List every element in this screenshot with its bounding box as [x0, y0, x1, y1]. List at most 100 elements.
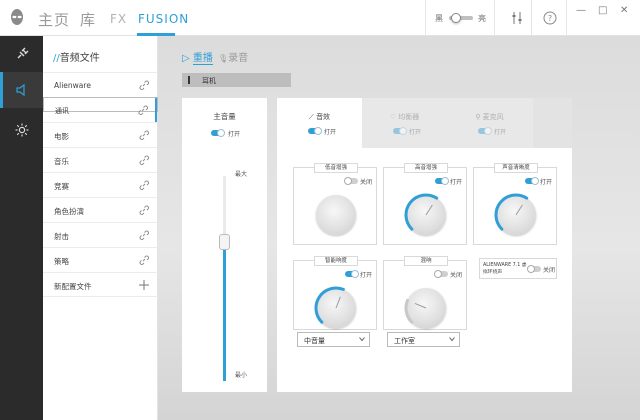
- reverb-toggle[interactable]: [434, 270, 448, 278]
- link-icon[interactable]: [138, 204, 150, 216]
- svg-text:?: ?: [548, 14, 552, 23]
- smart-volume-select-value: 中音量: [304, 337, 325, 345]
- toggle-knob: [441, 177, 449, 185]
- profile-item[interactable]: 策略: [43, 247, 158, 272]
- volume-fill: [223, 242, 226, 381]
- smart-volume-toggle[interactable]: [345, 270, 359, 278]
- strip-audio-button[interactable]: [0, 72, 43, 108]
- tab-playback[interactable]: ▷ 重播: [182, 49, 213, 65]
- toggle-knob: [351, 270, 359, 278]
- close-button[interactable]: ✕: [620, 5, 628, 16]
- smart-volume-arc: [314, 286, 345, 324]
- nav-fusion[interactable]: FUSION: [138, 12, 189, 26]
- master-volume-toggle-label: 打开: [228, 131, 241, 138]
- minimize-button[interactable]: —: [576, 5, 586, 16]
- link-icon[interactable]: [138, 79, 150, 91]
- equalizer-toggle[interactable]: [393, 127, 407, 135]
- treble-boost-toggle[interactable]: [435, 177, 449, 185]
- aw71-state: 关闭: [543, 267, 556, 274]
- reverb-card: 混响 关闭: [383, 256, 467, 330]
- master-volume-title: 主音量: [213, 112, 236, 121]
- master-volume-toggle[interactable]: [211, 129, 225, 137]
- tab-record-label: 录音: [228, 53, 249, 64]
- nav-library[interactable]: 库: [80, 9, 96, 30]
- wand-icon: ⟋: [308, 113, 317, 121]
- voice-clarity-title: 声音清晰度: [494, 163, 538, 173]
- toggle-knob: [531, 177, 539, 185]
- link-icon[interactable]: [137, 104, 149, 116]
- aw71-toggle[interactable]: [527, 265, 541, 273]
- alienware-virtual-surround-card: ALIENWARE 7.1 虚拟环绕声 关闭: [479, 258, 557, 279]
- profile-item[interactable]: 音乐: [43, 147, 158, 172]
- title-text: 音频文件: [59, 53, 100, 64]
- profile-item[interactable]: Alienware: [43, 72, 158, 97]
- link-icon[interactable]: [138, 129, 150, 141]
- profile-item[interactable]: 通讯: [43, 97, 158, 123]
- tab-effects[interactable]: ⟋ 音效 打开: [277, 98, 362, 148]
- link-icon[interactable]: [138, 179, 150, 191]
- profile-item-label: 角色扮演: [54, 207, 84, 216]
- smart-volume-title: 智能响度: [314, 256, 358, 266]
- side-strip: [0, 36, 43, 420]
- profile-item[interactable]: 电影: [43, 122, 158, 147]
- alien-logo-icon[interactable]: [10, 9, 24, 27]
- tab-equalizer[interactable]: ♡ 均衡器 打开: [362, 98, 447, 148]
- profile-item-label: 通讯: [55, 107, 69, 115]
- speaker-icon: [16, 83, 25, 97]
- divider: [425, 0, 426, 36]
- plus-icon: [139, 280, 149, 290]
- tab-equalizer-label: 均衡器: [398, 113, 420, 121]
- theme-dark-label: 黑: [435, 14, 443, 23]
- tab-mic[interactable]: ⚲ 麦克风 打开: [447, 98, 532, 148]
- chevron-down-icon: [449, 337, 455, 342]
- fx-subtabs: ⟋ 音效 打开 ♡ 均衡器 打开 ⚲ 麦克风 打开: [277, 98, 533, 148]
- theme-knob[interactable]: [451, 13, 461, 23]
- volume-min-label: 最小: [235, 372, 248, 379]
- profile-item[interactable]: 射击: [43, 222, 158, 247]
- toggle-knob: [484, 127, 492, 135]
- new-profile-button[interactable]: 新配置文件: [43, 272, 158, 297]
- mic-toggle[interactable]: [478, 127, 492, 135]
- effects-toggle[interactable]: [308, 127, 322, 135]
- top-bar: 主页 库 FX FUSION 黑 亮 ? — □ ✕: [0, 0, 640, 36]
- chevron-down-icon: [359, 337, 365, 342]
- profile-item[interactable]: 角色扮演: [43, 197, 158, 222]
- profile-item-label: 电影: [54, 132, 69, 141]
- new-profile-label: 新配置文件: [54, 282, 92, 291]
- bass-boost-knob[interactable]: [316, 195, 356, 235]
- volume-max-label: 最大: [235, 171, 248, 178]
- tab-record[interactable]: 🎙录音: [218, 49, 248, 64]
- link-icon[interactable]: [138, 154, 150, 166]
- toggle-knob: [434, 270, 442, 278]
- title-slashes: //: [53, 53, 60, 64]
- treble-boost-title: 高音增强: [404, 163, 448, 173]
- maximize-button[interactable]: □: [598, 5, 607, 16]
- voice-clarity-arc: [494, 193, 529, 231]
- profile-item[interactable]: 竞赛: [43, 172, 158, 197]
- device-selector[interactable]: 耳机: [182, 73, 291, 87]
- voice-clarity-toggle[interactable]: [525, 177, 539, 185]
- divider: [531, 0, 532, 36]
- link-icon[interactable]: [138, 254, 150, 266]
- help-icon[interactable]: ?: [543, 11, 557, 25]
- reverb-select[interactable]: 工作室: [387, 332, 460, 347]
- reverb-title: 混响: [404, 256, 448, 266]
- tab-effects-label: 音效: [316, 113, 331, 121]
- volume-slider-thumb[interactable]: [219, 234, 230, 250]
- smart-volume-select[interactable]: 中音量: [297, 332, 370, 347]
- treble-boost-card: 高音增强 打开: [383, 163, 467, 245]
- smart-volume-state: 打开: [360, 272, 373, 279]
- link-icon[interactable]: [138, 229, 150, 241]
- theme-light-label: 亮: [478, 14, 486, 23]
- strip-connection-button[interactable]: [0, 36, 43, 72]
- aw71-label: ALIENWARE 7.1 虚拟环绕声: [483, 262, 529, 276]
- nav-home[interactable]: 主页: [38, 9, 70, 30]
- nav-fx[interactable]: FX: [110, 12, 127, 26]
- sliders-icon[interactable]: [510, 11, 524, 25]
- aw71-line2: 拟环绕声: [483, 270, 503, 275]
- voice-clarity-card: 声音清晰度 打开: [473, 163, 557, 245]
- profile-item-label: 射击: [54, 232, 69, 241]
- strip-lighting-button[interactable]: [0, 112, 43, 148]
- bass-boost-toggle[interactable]: [344, 177, 358, 185]
- profile-item-label: 音乐: [54, 157, 69, 166]
